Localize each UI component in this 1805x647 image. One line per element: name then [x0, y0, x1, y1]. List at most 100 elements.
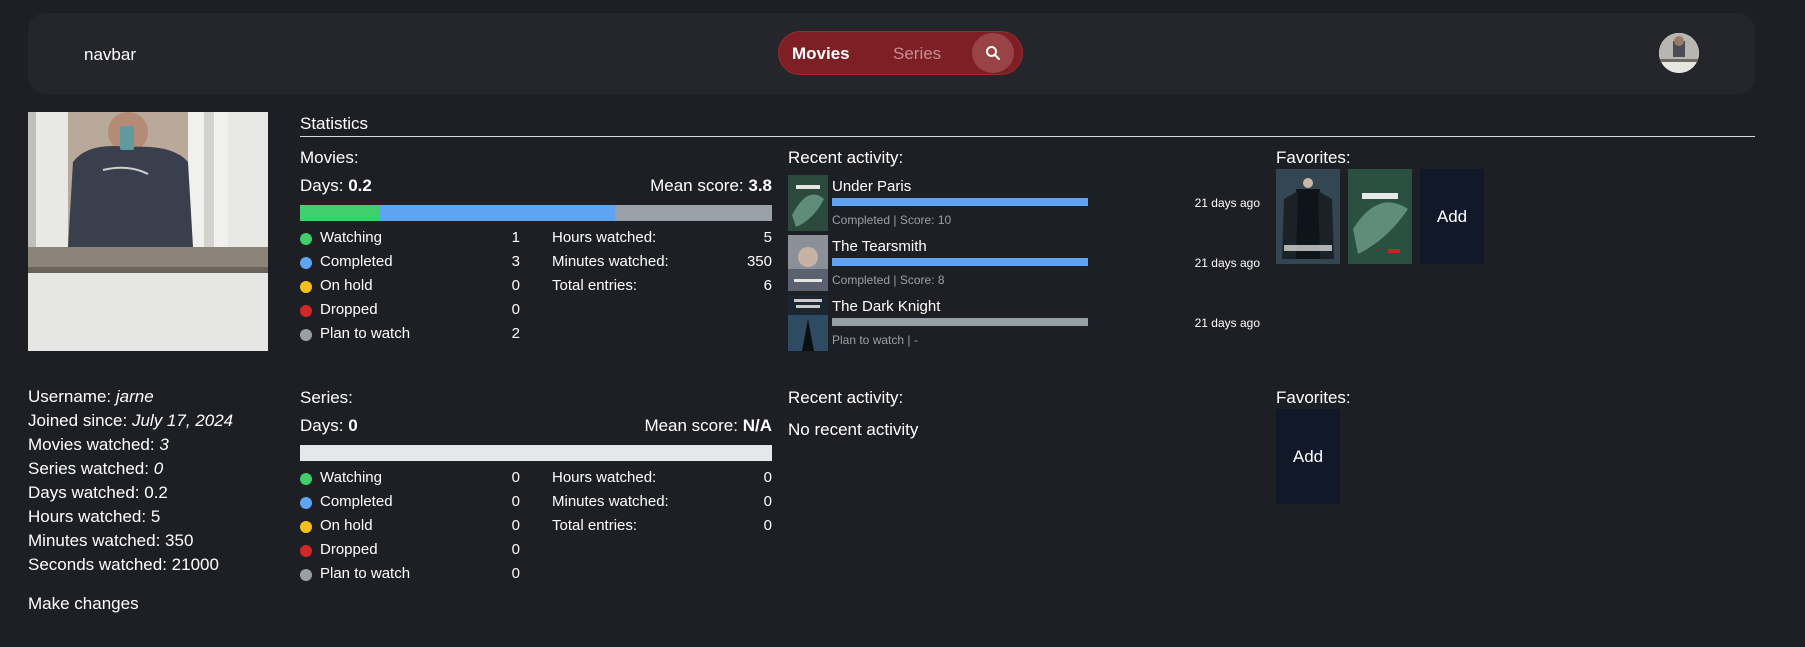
favorite-poster-under-paris[interactable] [1348, 169, 1412, 264]
activity-status: Plan to watch [832, 333, 905, 347]
status-count: 0 [511, 301, 520, 318]
total-name: Total entries: [552, 277, 638, 294]
movies-status-legend: Watching 1 Completed 3 On hold 0 Dropped 0 Plan … [300, 228, 520, 348]
activity-poster [788, 175, 828, 231]
series-mean-value: N/A [742, 416, 772, 435]
activity-title[interactable]: The Dark Knight [832, 298, 940, 315]
activity-status: Completed [832, 273, 891, 287]
total-value: 0 [763, 517, 772, 534]
movies-mean-score: Mean score: 3.8 [650, 176, 772, 195]
movies-mean-value: 3.8 [748, 176, 772, 195]
total-value: 0 [763, 469, 772, 486]
total-row: Total entries: 0 [552, 516, 772, 540]
minutes-watched-row: Minutes watched: 350 [28, 531, 194, 550]
series-days-value: 0 [348, 416, 358, 435]
activity-title[interactable]: The Tearsmith [832, 238, 927, 255]
status-row: Plan to watch 0 [300, 564, 520, 588]
avatar-image [1659, 33, 1699, 73]
series-days: Days: 0 [300, 416, 358, 435]
series-favorites-label: Favorites: [1276, 388, 1351, 407]
activity-progress-bar [832, 258, 1088, 266]
total-value: 350 [746, 253, 772, 270]
movies-totals: Hours watched: 5 Minutes watched: 350 Total … [552, 228, 772, 300]
movies-stats-label: Movies: [300, 148, 359, 167]
status-count: 2 [511, 325, 520, 342]
days-watched-value: 0.2 [144, 483, 168, 502]
avatar[interactable] [1659, 33, 1699, 73]
total-name: Minutes watched: [552, 493, 669, 510]
status-dot-icon [300, 497, 312, 509]
activity-meta: Completed | Score: 8 [832, 273, 945, 287]
status-count: 0 [511, 493, 520, 510]
activity-score: Score: 10 [899, 213, 952, 227]
search-button[interactable] [972, 33, 1014, 73]
statistics-title: Statistics [300, 114, 369, 133]
status-dot-icon [300, 329, 312, 341]
total-name: Hours watched: [552, 469, 657, 486]
status-dot-icon [300, 473, 312, 485]
status-count: 0 [511, 565, 520, 582]
activity-item[interactable]: The Dark Knight Plan to watch | - 21 days … [788, 293, 1260, 353]
series-totals: Hours watched: 0 Minutes watched: 0 Total en… [552, 468, 772, 540]
total-row: Hours watched: 5 [552, 228, 772, 252]
total-row: Total entries: 6 [552, 276, 772, 300]
series-no-activity: No recent activity [788, 420, 919, 439]
status-count: 3 [511, 253, 520, 270]
status-bar-empty [300, 445, 772, 461]
toggle-series[interactable]: Series [893, 44, 941, 64]
total-row: Minutes watched: 0 [552, 492, 772, 516]
movies-recent-label: Recent activity: [788, 148, 904, 167]
series-watched-value: 0 [153, 459, 164, 478]
activity-status: Completed [832, 213, 891, 227]
activity-separator: | [890, 213, 900, 227]
activity-item[interactable]: The Tearsmith Completed | Score: 8 21 days… [788, 233, 1260, 293]
total-row: Minutes watched: 350 [552, 252, 772, 276]
movies-status-bar [300, 205, 772, 221]
activity-item[interactable]: Under Paris Completed | Score: 10 21 days … [788, 173, 1260, 233]
movies-watched-row: Movies watched: 3 [28, 435, 169, 454]
joined-row: Joined since: July 17, 2024 [28, 411, 234, 430]
status-bar-segment-watching [300, 205, 379, 221]
activity-score: - [913, 333, 918, 347]
hours-watched-row: Hours watched: 5 [28, 507, 161, 526]
status-dot-icon [300, 545, 312, 557]
status-dot-icon [300, 569, 312, 581]
series-add-favorite-button[interactable]: Add [1276, 409, 1340, 504]
user-info: Username: jarne Joined since: July 17, 2… [28, 385, 233, 577]
activity-title[interactable]: Under Paris [832, 178, 911, 195]
series-recent-label: Recent activity: [788, 388, 904, 407]
status-name: Dropped [320, 301, 378, 318]
status-name: Plan to watch [320, 325, 411, 342]
movies-days: Days: 0.2 [300, 176, 372, 195]
minutes-watched-value: 350 [165, 531, 194, 550]
favorite-poster-matrix[interactable] [1276, 169, 1340, 264]
series-mean-score: Mean score: N/A [644, 416, 772, 435]
status-dot-icon [300, 305, 312, 317]
status-name: Dropped [320, 541, 378, 558]
make-changes-link[interactable]: Make changes [28, 594, 139, 614]
toggle-movies[interactable]: Movies [792, 44, 850, 64]
status-row: Completed 0 [300, 492, 520, 516]
status-row: Watching 0 [300, 468, 520, 492]
activity-score: Score: 8 [899, 273, 945, 287]
total-value: 0 [763, 493, 772, 510]
status-count: 0 [511, 517, 520, 534]
hours-watched-value: 5 [150, 507, 161, 526]
activity-meta: Plan to watch | - [832, 333, 918, 347]
total-name: Total entries: [552, 517, 638, 534]
total-row: Hours watched: 0 [552, 468, 772, 492]
activity-poster [788, 295, 828, 351]
total-name: Minutes watched: [552, 253, 669, 270]
status-name: Completed [320, 253, 393, 270]
statistics-divider [300, 136, 1755, 137]
username-row: Username: jarne [28, 387, 154, 406]
movies-recent-activity: Under Paris Completed | Score: 10 21 days … [788, 173, 1260, 353]
movies-watched-value: 3 [159, 435, 169, 454]
status-name: On hold [320, 517, 373, 534]
movies-add-favorite-button[interactable]: Add [1420, 169, 1484, 264]
activity-separator: | [904, 333, 914, 347]
status-count: 0 [511, 277, 520, 294]
activity-poster [788, 235, 828, 291]
status-count: 0 [511, 469, 520, 486]
media-toggle[interactable]: Movies Series [778, 31, 1023, 75]
